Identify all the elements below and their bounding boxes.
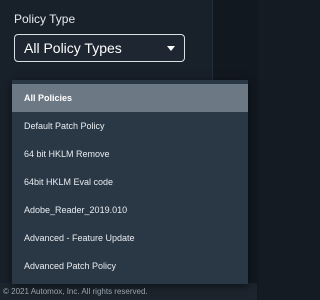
- dropdown-option[interactable]: Advanced - Feature Update: [12, 224, 248, 252]
- filter-panel: Policy Type All Policy Types All Policie…: [0, 0, 258, 300]
- policy-type-dropdown-menu: All Policies Default Patch Policy 64 bit…: [12, 80, 248, 284]
- policy-type-selected-value: All Policy Types: [24, 40, 122, 56]
- dropdown-option[interactable]: Advanced Patch Policy: [12, 252, 248, 280]
- policy-type-label: Policy Type: [14, 12, 76, 26]
- dropdown-option[interactable]: Adobe_Reader_2019.010: [12, 196, 248, 224]
- copyright-text: © 2021 Automox, Inc. All rights reserved…: [3, 287, 148, 296]
- policy-type-select[interactable]: All Policy Types: [14, 34, 185, 62]
- dropdown-option[interactable]: Default Patch Policy: [12, 112, 248, 140]
- dropdown-option[interactable]: 64 bit HKLM Remove: [12, 140, 248, 168]
- dropdown-option-all-policies[interactable]: All Policies: [12, 84, 248, 112]
- caret-down-icon: [167, 46, 175, 51]
- dropdown-option[interactable]: 64bit HKLM Eval code: [12, 168, 248, 196]
